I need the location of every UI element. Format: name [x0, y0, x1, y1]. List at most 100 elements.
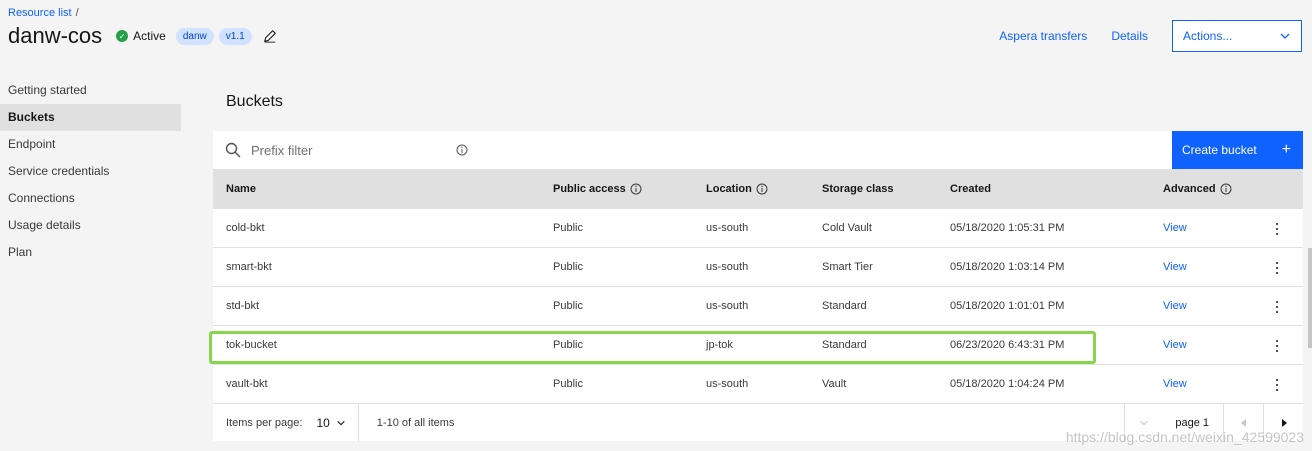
actions-label: Actions... [1183, 29, 1233, 43]
aspera-transfers-link[interactable]: Aspera transfers [999, 29, 1087, 43]
tag-version[interactable]: v1.1 [218, 27, 252, 45]
column-header-public-access-label: Public access [553, 182, 626, 195]
chevron-down-icon [337, 420, 345, 425]
sidebar: Getting started Buckets Endpoint Service… [0, 77, 181, 266]
buckets-table: Name Public access Location Storage clas… [213, 169, 1303, 403]
view-link[interactable]: View [1163, 339, 1187, 351]
search-icon [225, 142, 241, 158]
column-header-public-access[interactable]: Public access [553, 183, 642, 195]
header-links: Aspera transfers Details Actions... [999, 20, 1302, 52]
details-link[interactable]: Details [1111, 29, 1148, 43]
pager-divider [357, 403, 359, 442]
cell-location: jp-tok [706, 339, 733, 351]
scrollbar[interactable] [1308, 248, 1312, 348]
items-range: 1-10 of all items [376, 416, 455, 429]
sidebar-item-connections[interactable]: Connections [0, 185, 181, 212]
cell-public-access: Public [553, 378, 583, 390]
column-header-created[interactable]: Created [950, 183, 991, 195]
cell-location: us-south [706, 378, 749, 390]
sidebar-item-buckets[interactable]: Buckets [0, 104, 181, 131]
overflow-menu-icon[interactable] [1273, 300, 1281, 314]
chevron-down-icon [1280, 33, 1290, 39]
page-title: danw-cos [8, 23, 103, 48]
table-row[interactable]: vault-bkt Public us-south Vault 05/18/20… [213, 364, 1303, 403]
caret-right-icon [1281, 419, 1287, 427]
cell-created: 05/18/2020 1:03:14 PM [950, 261, 1065, 273]
info-icon[interactable] [756, 183, 768, 195]
view-link[interactable]: View [1163, 300, 1187, 312]
items-per-page-select[interactable]: 10 [316, 416, 345, 430]
info-icon[interactable] [456, 144, 468, 156]
sidebar-item-usage-details[interactable]: Usage details [0, 212, 181, 239]
view-link[interactable]: View [1163, 261, 1187, 273]
overflow-menu-icon[interactable] [1273, 378, 1281, 392]
cell-name: vault-bkt [226, 378, 268, 390]
cell-created: 05/18/2020 1:01:01 PM [950, 300, 1065, 312]
cell-location: us-south [706, 222, 749, 234]
cell-created: 06/23/2020 6:43:31 PM [950, 339, 1065, 351]
view-link[interactable]: View [1163, 378, 1187, 390]
search-container [213, 131, 1172, 169]
sidebar-item-endpoint[interactable]: Endpoint [0, 131, 181, 158]
cell-public-access: Public [553, 339, 583, 351]
status-badge: ✓ Active [116, 29, 166, 43]
breadcrumb-separator: / [75, 7, 79, 19]
create-bucket-label: Create bucket [1182, 143, 1257, 157]
cell-name: cold-bkt [226, 222, 265, 234]
overflow-menu-icon[interactable] [1273, 261, 1281, 275]
info-icon[interactable] [630, 183, 642, 195]
title-row: danw-cos ✓ Active danw v1.1 [8, 22, 277, 50]
sidebar-item-getting-started[interactable]: Getting started [0, 77, 181, 104]
breadcrumb-resource-list[interactable]: Resource list [8, 7, 72, 19]
actions-dropdown[interactable]: Actions... [1172, 20, 1302, 52]
column-header-location-label: Location [706, 182, 752, 195]
table-row[interactable]: std-bkt Public us-south Standard 05/18/2… [213, 286, 1303, 325]
sidebar-item-service-credentials[interactable]: Service credentials [0, 158, 181, 185]
cell-name: std-bkt [226, 300, 260, 312]
info-icon[interactable] [1220, 183, 1232, 195]
sidebar-item-plan[interactable]: Plan [0, 239, 181, 266]
chevron-down-icon [1140, 420, 1149, 426]
prefix-filter-input[interactable] [251, 142, 451, 158]
table-row[interactable]: smart-bkt Public us-south Smart Tier 05/… [213, 247, 1303, 286]
column-header-name[interactable]: Name [226, 183, 256, 195]
cell-name: tok-bucket [226, 339, 277, 351]
cell-created: 05/18/2020 1:04:24 PM [950, 378, 1065, 390]
view-link[interactable]: View [1163, 222, 1187, 234]
cell-location: us-south [706, 300, 749, 312]
cell-public-access: Public [553, 300, 583, 312]
create-bucket-button[interactable]: Create bucket + [1172, 131, 1303, 169]
cell-storage-class: Standard [822, 339, 867, 351]
cell-storage-class: Vault [822, 378, 847, 390]
column-header-storage-class[interactable]: Storage class [822, 183, 894, 195]
cell-public-access: Public [553, 261, 583, 273]
column-header-location[interactable]: Location [706, 183, 768, 195]
cell-location: us-south [706, 261, 749, 273]
items-per-page-value: 10 [316, 415, 330, 430]
table-row-highlighted[interactable]: tok-bucket Public jp-tok Standard 06/23/… [213, 325, 1303, 364]
column-header-advanced-label: Advanced [1163, 182, 1216, 195]
cell-storage-class: Standard [822, 300, 867, 312]
cell-storage-class: Smart Tier [822, 261, 873, 273]
status-label: Active [133, 29, 166, 43]
cell-created: 05/18/2020 1:05:31 PM [950, 222, 1065, 234]
table-header: Name Public access Location Storage clas… [213, 169, 1303, 208]
page-number: page 1 [1175, 417, 1209, 429]
edit-pencil-icon[interactable] [263, 29, 277, 43]
column-header-advanced[interactable]: Advanced [1163, 183, 1232, 195]
table-row[interactable]: cold-bkt Public us-south Cold Vault 05/1… [213, 208, 1303, 247]
check-circle-icon: ✓ [116, 30, 129, 42]
items-per-page-label: Items per page: [226, 416, 303, 429]
cell-name: smart-bkt [226, 261, 272, 273]
cell-storage-class: Cold Vault [822, 222, 872, 234]
watermark: https://blog.csdn.net/weixin_42599023 [1065, 429, 1304, 445]
overflow-menu-icon[interactable] [1273, 339, 1281, 353]
overflow-menu-icon[interactable] [1273, 222, 1281, 236]
table-toolbar: Create bucket + [213, 131, 1303, 169]
tag-danw[interactable]: danw [175, 27, 214, 45]
caret-left-icon [1240, 419, 1246, 427]
cell-public-access: Public [553, 222, 583, 234]
section-title: Buckets [226, 93, 283, 110]
plus-icon: + [1281, 141, 1291, 158]
breadcrumb: Resource list / [8, 7, 79, 19]
